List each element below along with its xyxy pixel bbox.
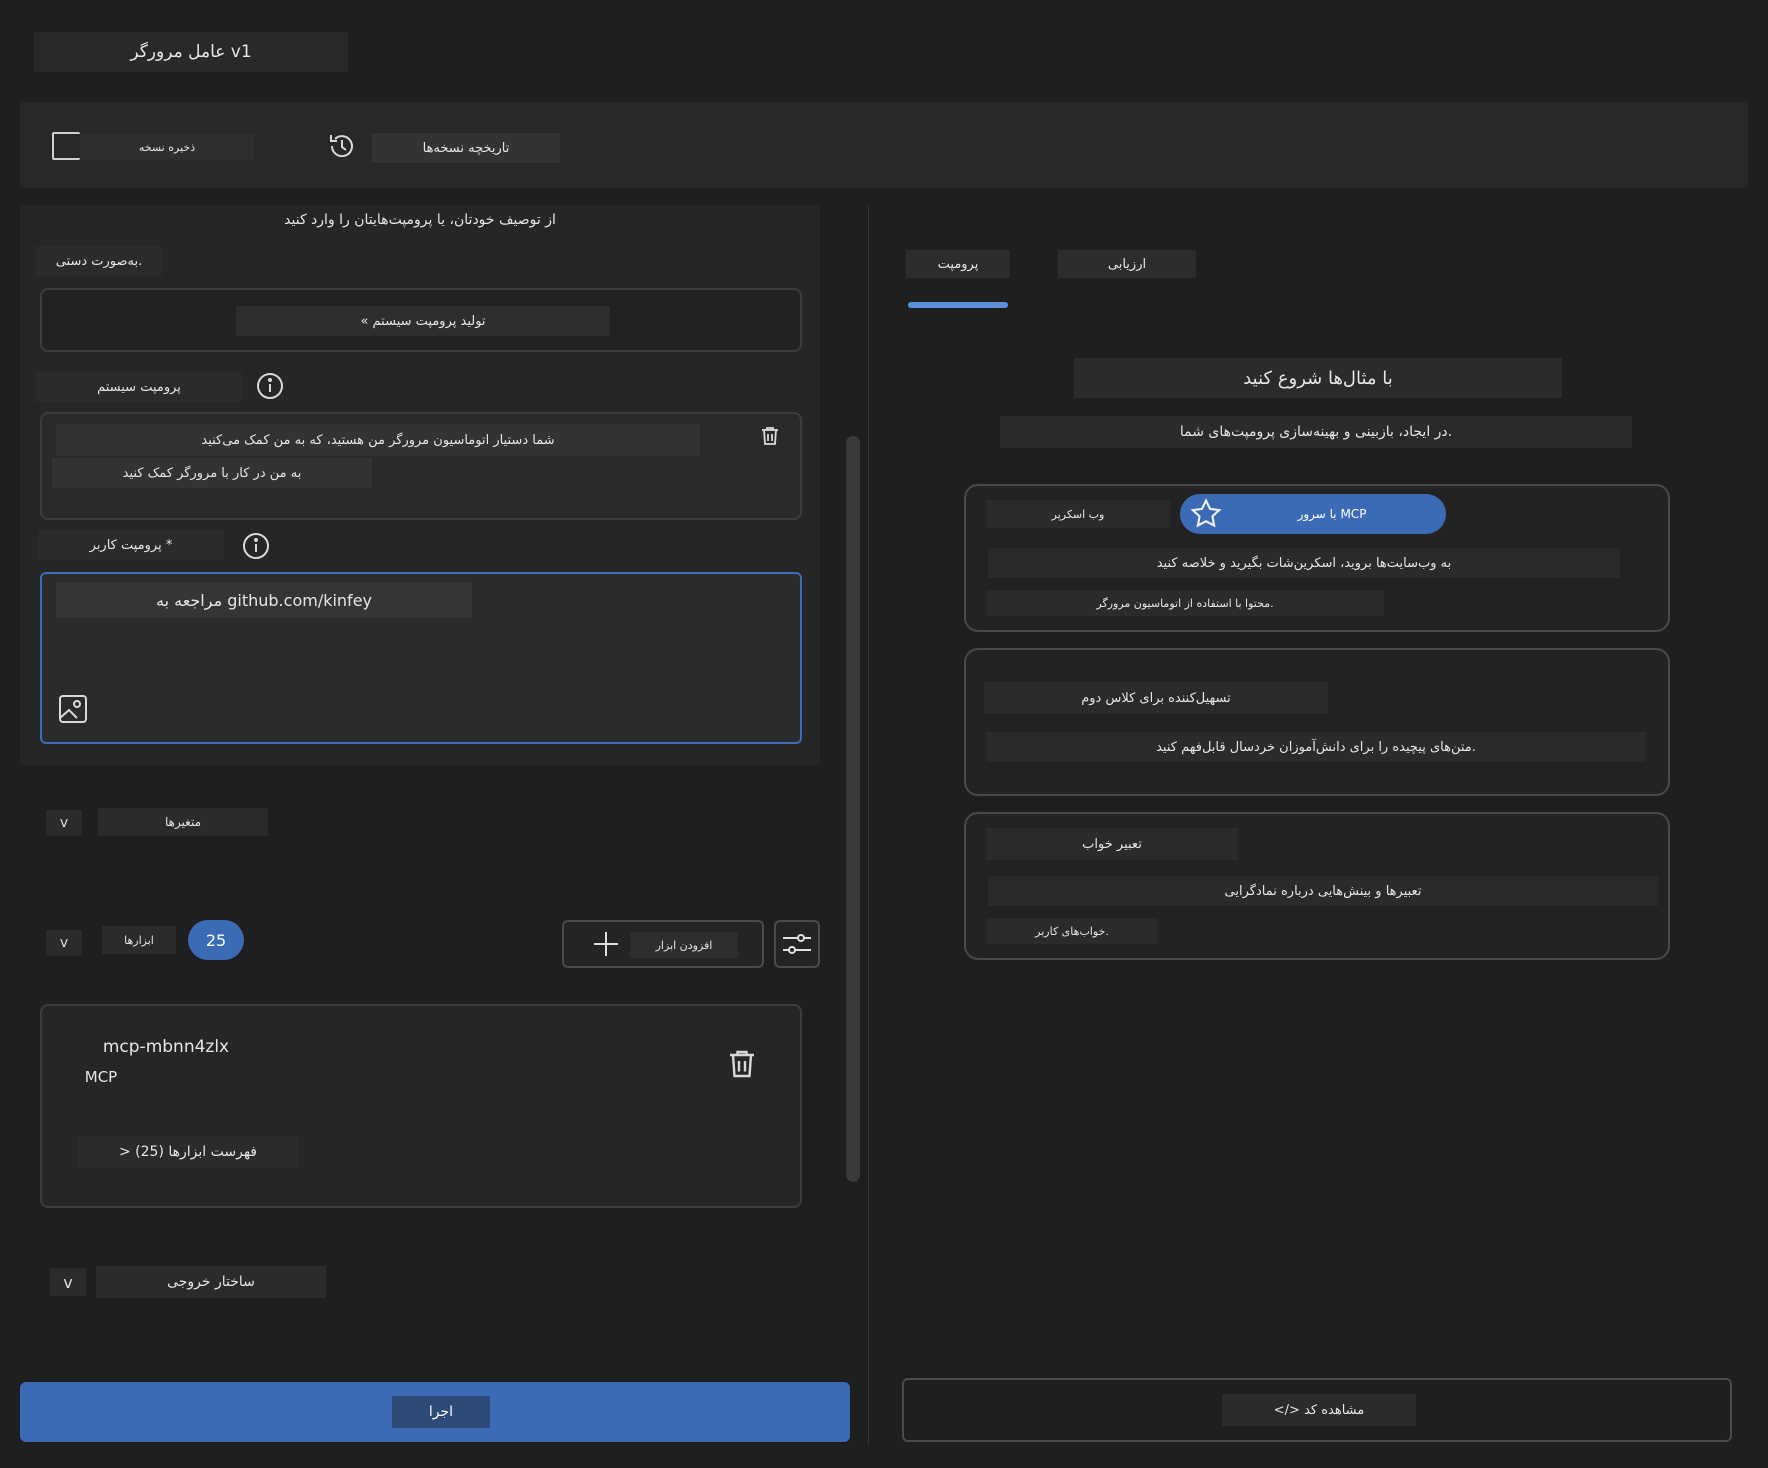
history-icon[interactable] [326,130,358,162]
example-card-line1: به وب‌سایت‌ها بروید، اسکرین‌شات بگیرید و… [988,548,1620,578]
info-icon[interactable] [256,372,284,400]
tools-label[interactable]: ابزارها [102,926,176,954]
output-structure-label[interactable]: ساختار خروجی [96,1266,326,1298]
plus-icon [592,930,620,958]
examples-subtitle: در ایجاد، بازبینی و بهینه‌سازی پرومپت‌ها… [1000,416,1632,448]
save-version-icon[interactable] [52,132,80,160]
example-card-line1: متن‌های پیچیده را برای دانش‌آموزان خردسا… [986,732,1646,762]
system-prompt-label: پرومپت سیستم [36,372,242,402]
info-icon[interactable] [242,532,270,560]
run-label: اجرا [392,1396,490,1428]
star-icon [1188,496,1224,532]
tools-list-toggle[interactable]: > فهرست ابزارها (25) [78,1136,298,1168]
output-structure-chevron[interactable]: v [50,1268,86,1296]
user-prompt-label: پرومپت کاربر * [38,530,224,560]
left-scrollbar[interactable] [846,436,860,1182]
tab-evaluation[interactable]: ارزیابی [1058,250,1196,278]
image-icon[interactable] [58,694,88,724]
toolbar [20,102,1748,188]
tab-prompt[interactable]: پرومپت [906,250,1010,278]
example-card-line2: محتوا با استفاده از اتوماسیون مرورگر. [986,590,1384,616]
trash-icon[interactable] [758,424,782,448]
tab-active-indicator [908,302,1008,308]
tools-chevron[interactable]: v [46,930,82,956]
describe-text: از توصیف خودتان، یا پرومپت‌هایتان را وار… [36,206,804,234]
examples-title: با مثال‌ها شروع کنید [1074,358,1562,398]
sliders-icon[interactable] [774,920,820,968]
example-card-line2: خواب‌های کاربر. [986,918,1158,944]
mcp-server-name: mcp-mbnn4zlx [64,1032,268,1062]
add-tool-label: افزودن ابزار [630,932,738,958]
view-code-label: </> مشاهده کد [1222,1394,1416,1426]
trash-icon[interactable] [724,1046,760,1082]
app-title: عامل مرورگر v1 [34,32,348,72]
generate-system-prompt-label: « تولید پرومپت سیستم [236,306,610,336]
variables-label[interactable]: متغیرها [98,808,268,836]
system-prompt-line1: شما دستیار اتوماسیون مرورگر من هستید، که… [56,424,700,456]
example-card-line1: تعبیرها و بینش‌هایی درباره نمادگرایی [988,876,1658,906]
example-card-title: تعبیر خواب [986,828,1238,860]
tools-count-badge: 25 [188,920,244,960]
manual-entry-link[interactable]: به‌صورت دستی. [36,246,162,276]
example-card-title: وب اسکرپر [986,500,1170,528]
save-version-button[interactable]: ذخیره نسخه [80,134,254,160]
panel-divider [868,205,869,1445]
system-prompt-line2: به من در کار با مرورگر کمک کنید [52,458,372,488]
example-card-second-grade-simplifier[interactable] [964,648,1670,796]
user-prompt-value[interactable]: مراجعه به github.com/kinfey [56,582,472,618]
mcp-server-type: MCP [72,1064,130,1090]
variables-chevron[interactable]: v [46,810,82,836]
example-card-title: تسهیل‌کننده برای کلاس دوم [984,682,1328,714]
version-history-button[interactable]: تاریخچه نسخه‌ها [372,133,560,163]
mcp-server-badge-label: با سرور MCP [1297,507,1367,521]
